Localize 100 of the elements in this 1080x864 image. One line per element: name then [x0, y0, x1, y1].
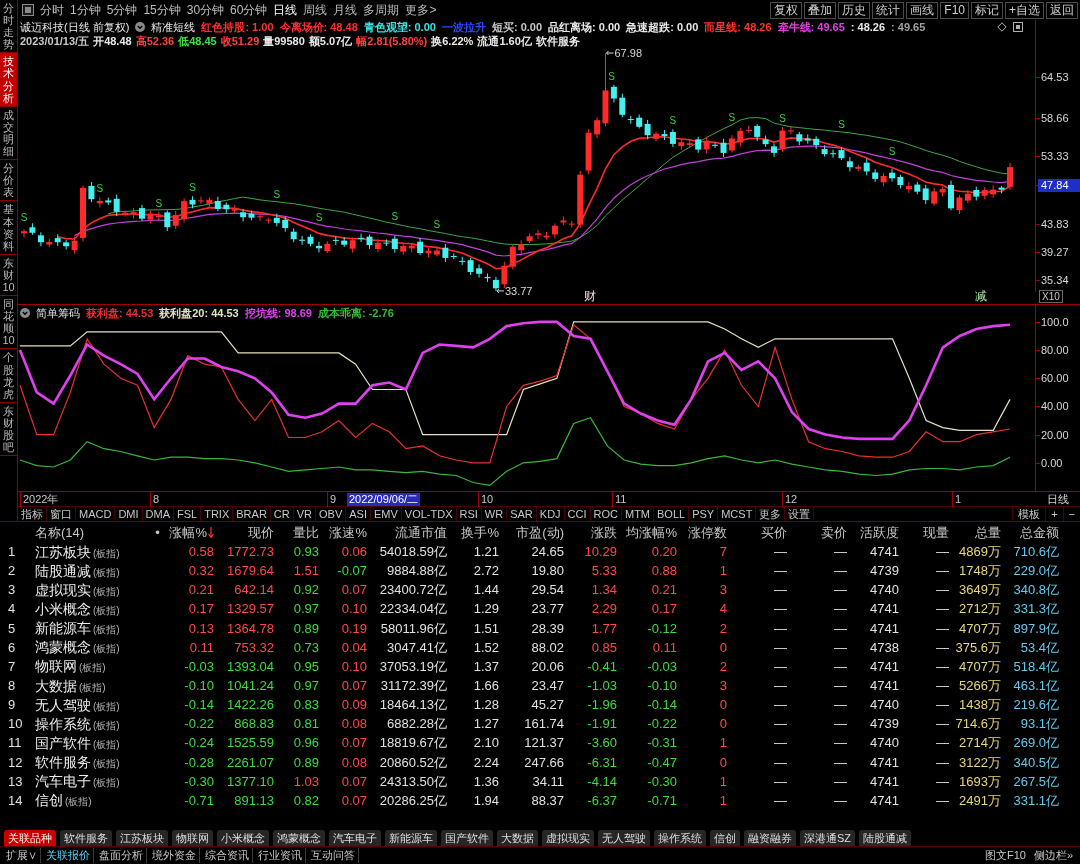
sector-name[interactable]: 软件服务	[35, 755, 91, 770]
period-tab[interactable]: 日线	[270, 1, 301, 19]
related-tab[interactable]: 操作系统	[654, 830, 706, 846]
indicator-tab[interactable]: BOLL	[654, 507, 690, 521]
bottom-tab[interactable]: 行业资讯	[255, 848, 306, 863]
indicator-tab[interactable]: EMV	[370, 507, 402, 521]
panel-tool-button[interactable]: −	[1062, 507, 1080, 521]
sidebar-tab[interactable]: 成交明细	[0, 106, 17, 161]
indicator-tab[interactable]: TRIX	[201, 507, 234, 521]
panel-tool-button[interactable]: 模板	[1012, 507, 1046, 521]
column-header[interactable]: 现价	[248, 525, 274, 539]
dropdown-icon[interactable]	[135, 22, 146, 32]
related-tab[interactable]: 鸿蒙概念	[273, 830, 325, 846]
sector-name[interactable]: 无人驾驶	[35, 697, 91, 712]
bottom-tab[interactable]: 综合资讯	[202, 848, 253, 863]
toolbar-button[interactable]: 叠加	[804, 1, 837, 19]
sector-name[interactable]: 汽车电子	[35, 774, 91, 789]
related-tab[interactable]: 江苏板块	[116, 830, 168, 846]
sidebar-tab[interactable]: 东财10	[0, 254, 17, 297]
panel-tool-button[interactable]: +	[1045, 507, 1063, 521]
bottom-tab[interactable]: 境外资金	[149, 848, 200, 863]
toolbar-button[interactable]: 标记	[971, 1, 1003, 19]
period-tab[interactable]: 周线	[300, 1, 331, 19]
indicator-tab[interactable]: CR	[270, 507, 294, 521]
indicator-tab[interactable]: DMI	[115, 507, 143, 521]
square-icon[interactable]	[1013, 22, 1023, 32]
related-tab[interactable]: 国产软件	[441, 830, 493, 846]
event-marker[interactable]: 财	[584, 290, 596, 302]
sidebar-tab[interactable]: 技术分析	[0, 53, 17, 107]
indicator-tab[interactable]: DMA	[142, 507, 174, 521]
sidebar-tab[interactable]: 同花顺10	[0, 296, 17, 350]
column-header[interactable]: 涨速%	[329, 525, 367, 539]
column-header[interactable]: 均涨幅%	[626, 525, 677, 539]
indicator-tab[interactable]: 窗口	[47, 507, 76, 521]
related-tab[interactable]: 关联品种	[4, 830, 56, 846]
zoom-button[interactable]: X10	[1039, 290, 1063, 303]
column-header[interactable]: 总金额	[1020, 525, 1059, 539]
related-tab[interactable]: 融资融券	[744, 830, 796, 846]
related-tab[interactable]: 深港通SZ	[800, 830, 856, 846]
toolbar-button[interactable]: 历史	[838, 1, 871, 19]
related-tab[interactable]: 大数据	[497, 830, 538, 846]
toolbar-button[interactable]: 统计	[872, 1, 905, 19]
sector-name[interactable]: 陆股通减	[35, 563, 91, 578]
toolbar-button[interactable]: 返回	[1046, 1, 1078, 19]
column-header[interactable]: 涨停数	[688, 525, 727, 539]
column-header[interactable]: 涨跌	[591, 525, 617, 539]
indicator-tab[interactable]: BRAR	[233, 507, 271, 521]
period-tab[interactable]: 5分钟	[103, 1, 141, 19]
indicator-tab[interactable]: 更多	[756, 507, 786, 521]
indicator-tab[interactable]: ROC	[590, 507, 622, 521]
column-header[interactable]: 卖价	[821, 525, 847, 539]
sector-name[interactable]: 大数据	[35, 678, 77, 693]
bottom-tab[interactable]: 盘面分析	[96, 848, 147, 863]
bottom-tab[interactable]: 互动问答	[308, 848, 359, 863]
indicator-tab[interactable]: CCI	[564, 507, 591, 521]
bottom-button[interactable]: 图文F10	[981, 848, 1029, 863]
column-header[interactable]: 流通市值	[395, 525, 447, 539]
sector-name[interactable]: 国产软件	[35, 735, 91, 750]
indicator-tab[interactable]: SAR	[507, 507, 537, 521]
period-tab[interactable]: 30分钟	[183, 1, 228, 19]
bottom-tab[interactable]: 扩展∨	[3, 848, 41, 863]
indicator-tab[interactable]: 设置	[785, 507, 815, 521]
period-tab[interactable]: 1分钟	[67, 1, 104, 19]
sector-name[interactable]: 虚拟现实	[35, 582, 91, 597]
indicator-tab[interactable]: 指标	[18, 507, 47, 521]
sector-name[interactable]: 新能源车	[35, 621, 91, 636]
related-tab[interactable]: 信创	[710, 830, 740, 846]
dropdown-icon[interactable]	[20, 308, 30, 318]
indicator-tab[interactable]: MACD	[76, 507, 116, 521]
column-header[interactable]: •	[155, 525, 160, 539]
indicator-tab[interactable]: WR	[481, 507, 508, 521]
related-tab[interactable]: 物联网	[172, 830, 213, 846]
sector-name[interactable]: 江苏板块	[35, 544, 91, 559]
sector-name[interactable]: 鸿蒙概念	[35, 640, 91, 655]
bottom-tab[interactable]: 关联报价	[43, 848, 94, 863]
period-tab[interactable]: 60分钟	[227, 1, 271, 19]
sidebar-tab[interactable]: 基本资料	[0, 201, 17, 255]
column-header[interactable]: 涨幅%	[169, 525, 207, 539]
sector-name[interactable]: 物联网	[35, 659, 77, 674]
related-tab[interactable]: 汽车电子	[329, 830, 381, 846]
column-header[interactable]: 买价	[761, 525, 787, 539]
period-tab[interactable]: 多周期	[360, 1, 403, 19]
indicator-tab[interactable]: VR	[293, 507, 316, 521]
column-header[interactable]: 名称(14)	[35, 525, 85, 539]
column-header[interactable]: 活跃度	[860, 525, 899, 539]
period-tab[interactable]: 分时	[37, 1, 67, 19]
column-header[interactable]: 量比	[293, 525, 319, 539]
indicator-tab[interactable]: KDJ	[536, 507, 565, 521]
toolbar-button[interactable]: 复权	[770, 1, 803, 19]
indicator-tab[interactable]: MTM	[622, 507, 655, 521]
toolbar-button[interactable]: F10	[940, 1, 969, 19]
indicator-tab[interactable]: PSY	[689, 507, 719, 521]
indicator-tab[interactable]: VOL-TDX	[401, 507, 457, 521]
related-tab[interactable]: 无人驾驶	[598, 830, 650, 846]
related-tab[interactable]: 小米概念	[217, 830, 269, 846]
indicator-tab[interactable]: ASI	[346, 507, 371, 521]
column-header[interactable]: 现量	[923, 525, 949, 539]
diamond-icon[interactable]	[997, 22, 1007, 32]
sector-name[interactable]: 操作系统	[35, 716, 91, 731]
related-tab[interactable]: 新能源车	[385, 830, 437, 846]
